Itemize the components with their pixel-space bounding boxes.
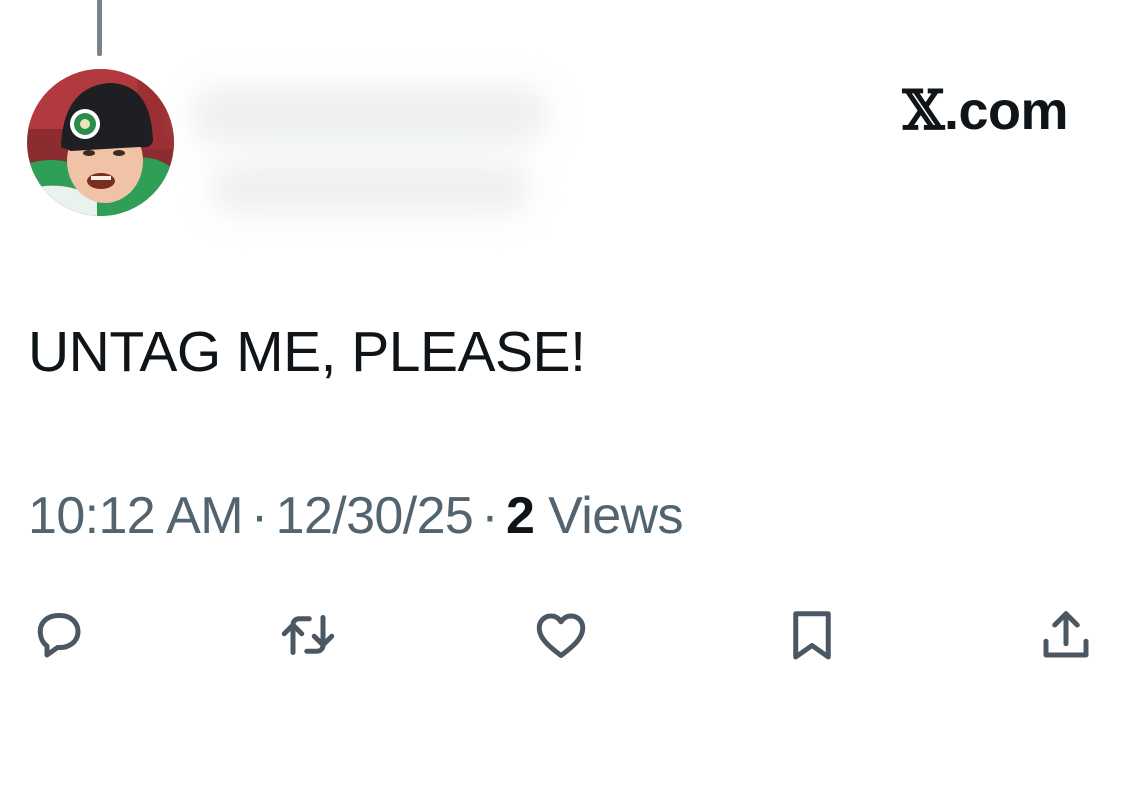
post-time[interactable]: 10:12 AM <box>28 487 244 545</box>
reply-button[interactable] <box>27 603 91 667</box>
bookmark-button[interactable] <box>780 603 844 667</box>
thread-connector-line <box>97 0 102 56</box>
post-date[interactable]: 12/30/25 <box>276 487 474 545</box>
like-button[interactable] <box>529 603 593 667</box>
x-brand-logo: 𝕏.com <box>902 78 1069 142</box>
redacted-username <box>190 80 570 220</box>
x-logo-icon: 𝕏 <box>902 78 945 142</box>
post-text: UNTAG ME, PLEASE! <box>28 320 586 384</box>
meta-separator: · <box>250 487 268 545</box>
heart-icon <box>536 613 586 658</box>
repost-button[interactable] <box>276 603 340 667</box>
views-count[interactable]: 2 <box>506 487 535 545</box>
bookmark-icon <box>793 611 831 660</box>
post-meta: 10:12 AM · 12/30/25 · 2 Views <box>28 487 684 545</box>
views-label: Views <box>534 487 683 545</box>
meta-separator: · <box>481 487 498 545</box>
share-icon <box>1043 611 1089 658</box>
reply-icon <box>37 613 81 658</box>
share-button[interactable] <box>1034 603 1098 667</box>
avatar-image <box>27 69 174 216</box>
repost-icon <box>281 615 335 655</box>
avatar[interactable] <box>27 69 174 216</box>
brand-domain: .com <box>943 81 1069 141</box>
